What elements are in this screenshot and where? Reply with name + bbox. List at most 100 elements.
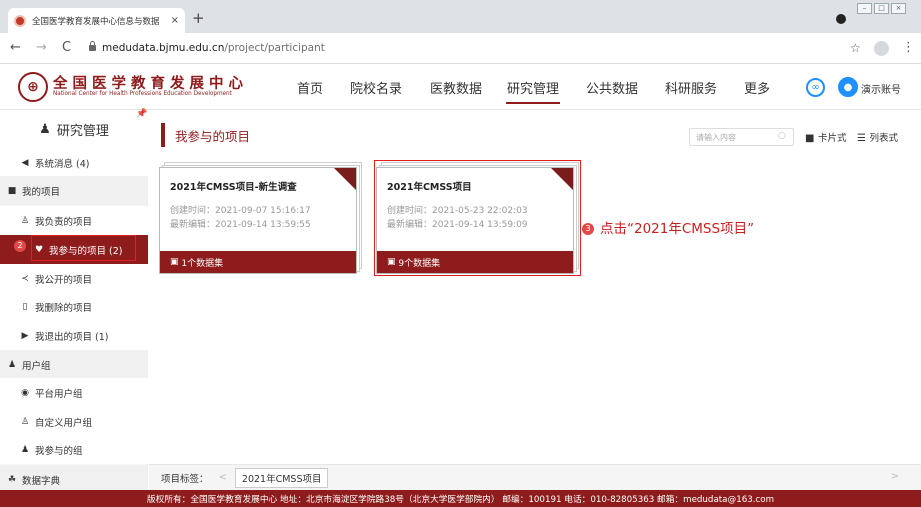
- sidebar-item[interactable]: ◀ 系统消息 (4): [0, 148, 148, 177]
- circle-user-icon: ◉: [21, 387, 29, 398]
- tab-close-icon[interactable]: ×: [171, 15, 179, 26]
- speaker-icon: ◀: [21, 157, 29, 168]
- close-window-button[interactable]: ×: [891, 3, 906, 14]
- maximize-button[interactable]: □: [874, 3, 889, 14]
- user-edit-icon: ♙: [20, 416, 30, 427]
- logo-subtitle: National Center for Health Professions E…: [53, 91, 232, 97]
- lock-icon: [89, 41, 96, 51]
- site-favicon-icon: [14, 14, 26, 27]
- sidebar-item[interactable]: ♟ 我参与的组: [0, 435, 148, 464]
- logo-title[interactable]: 全国医学教育发展中心: [53, 72, 248, 93]
- reload-icon[interactable]: C: [62, 40, 71, 55]
- minimize-button[interactable]: –: [857, 3, 872, 14]
- sidebar-item-label: 用户组: [22, 360, 51, 372]
- sidebar-title: ♟ 研究管理: [0, 110, 148, 148]
- sidebar-item-label: 我的项目: [22, 186, 61, 198]
- nav-medical-data[interactable]: 医教数据: [430, 78, 482, 97]
- browser-profile-icon[interactable]: [836, 14, 846, 24]
- dataset-icon: ▣: [170, 257, 182, 267]
- sidebar-item[interactable]: ♙ 我负责的项目: [0, 206, 148, 235]
- forward-icon[interactable]: →: [36, 40, 47, 55]
- site-header: ⊕ 全国医学教育发展中心 National Center for Health …: [0, 64, 921, 110]
- page-title: 我参与的项目: [175, 128, 251, 144]
- main-header: 我参与的项目: [161, 123, 911, 147]
- nav-institutions[interactable]: 院校名录: [350, 78, 402, 97]
- card-created: 创建时间：2021-09-07 15:16:17: [170, 206, 311, 216]
- sidebar-item-label: 我参与的组: [35, 445, 83, 457]
- url-field[interactable]: medudata.bjmu.edu.cn/project/participant: [102, 42, 325, 54]
- card-title: 2021年CMSS项目-新生调查: [170, 182, 297, 193]
- card-edited: 最新编辑：2021-09-14 13:59:55: [170, 220, 311, 230]
- search-icon[interactable]: ○: [778, 131, 786, 141]
- step-3-instruction: 点击“2021年CMSS项目”: [600, 221, 755, 237]
- share-icon: ≺: [21, 273, 29, 284]
- sidebar-item-label: 系统消息 (4): [35, 158, 90, 170]
- grid-icon: ■: [805, 133, 818, 144]
- user-name[interactable]: 演示账号: [861, 81, 901, 96]
- step-3-badge: 3: [582, 223, 594, 235]
- tag-prev-icon[interactable]: <: [219, 472, 227, 483]
- sidebar-item[interactable]: ♙ 自定义用户组: [0, 407, 148, 436]
- tag-next-icon[interactable]: >: [891, 471, 899, 482]
- nav-research-services[interactable]: 科研服务: [665, 78, 717, 97]
- address-bar-row: ← → C medudata.bjmu.edu.cn/project/parti…: [0, 33, 921, 64]
- nav-public-data[interactable]: 公共数据: [586, 78, 638, 97]
- list-icon: ☰: [857, 133, 870, 144]
- grid-icon: ■: [7, 185, 17, 196]
- card-footer: ▣ 1个数据集: [160, 251, 356, 273]
- sidebar-item[interactable]: ▶ 我退出的项目 (1): [0, 321, 148, 350]
- card-corner-fold: [334, 168, 356, 190]
- person-icon: ♟: [20, 444, 30, 455]
- card-datasets: 1个数据集: [181, 258, 224, 269]
- sidebar-item-label: 数据字典: [22, 475, 61, 487]
- nav-home[interactable]: 首页: [297, 78, 323, 97]
- sidebar-item[interactable]: ♟ 用户组: [0, 350, 148, 379]
- account-avatar-icon[interactable]: [874, 41, 889, 56]
- browser-menu-icon[interactable]: ⋮: [902, 40, 915, 55]
- tag-chip[interactable]: 2021年CMSS项目: [234, 467, 329, 488]
- sidebar-item-label: 我删除的项目: [35, 302, 93, 314]
- logo-seal-icon[interactable]: ⊕: [18, 72, 48, 102]
- sidebar-item-label: 我负责的项目: [35, 216, 93, 228]
- tab-strip: 全国医学教育发展中心信息与数据 × + – □ ×: [0, 0, 921, 33]
- site-footer: 版权所有：全国医学教育发展中心 地址：北京市海淀区学院路38号（北京大学医学部院…: [0, 490, 921, 507]
- tag-bar: 项目标签： < 2021年CMSS项目 >: [149, 464, 921, 490]
- sidebar-item[interactable]: ▯ 我删除的项目: [0, 292, 148, 321]
- org-chart-icon: ♟: [39, 121, 51, 137]
- sidebar-item[interactable]: ◉ 平台用户组: [0, 378, 148, 407]
- trash-icon: ▯: [22, 301, 28, 312]
- list-view-label: 列表式: [869, 133, 898, 144]
- pin-icon[interactable]: 📌: [136, 109, 147, 119]
- sidebar-item[interactable]: ≺ 我公开的项目: [0, 264, 148, 293]
- back-icon[interactable]: ←: [10, 40, 21, 55]
- users-icon: ♟: [7, 359, 17, 370]
- new-tab-button[interactable]: +: [192, 11, 205, 26]
- card-view-button[interactable]: ■ 卡片式: [805, 130, 846, 144]
- sidebar-item-label: 我退出的项目 (1): [35, 331, 109, 343]
- sidebar-item-label: 自定义用户组: [35, 417, 93, 429]
- nav-active-underline: [506, 102, 560, 104]
- dictionary-icon: ☘: [7, 474, 17, 485]
- url-path: /project/participant: [224, 42, 325, 54]
- exit-icon: ▶: [21, 330, 29, 341]
- tag-label: 项目标签：: [161, 473, 209, 485]
- sidebar: ♟ 研究管理 📌 ◀ 系统消息 (4) ■ 我的项目 ♙ 我负责的项目 ♥ 我参与的项目 (2…: [0, 109, 148, 494]
- sidebar-title-label: 研究管理: [56, 123, 109, 139]
- list-view-button[interactable]: ☰ 列表式: [857, 130, 898, 144]
- card-front: 2021年CMSS项目-新生调查 创建时间：2021-09-07 15:16:1…: [159, 167, 357, 274]
- link-icon[interactable]: ∞: [806, 78, 825, 97]
- user-avatar-icon[interactable]: ●: [838, 77, 858, 97]
- browser-tab[interactable]: 全国医学教育发展中心信息与数据 ×: [8, 8, 185, 33]
- project-card[interactable]: 2021年CMSS项目-新生调查 创建时间：2021-09-07 15:16:1…: [159, 162, 362, 274]
- main-content: 我参与的项目 请输入内容 ○ ■ 卡片式 ☰ 列表式 2021年CMSS项目-新…: [149, 110, 921, 490]
- url-host: medudata.bjmu.edu.cn: [102, 42, 225, 54]
- window-controls: – □ ×: [857, 3, 906, 14]
- browser-window: 全国医学教育发展中心信息与数据 × + – □ × ← → C medudata…: [0, 0, 921, 507]
- nav-research-management[interactable]: 研究管理: [507, 78, 559, 97]
- nav-more[interactable]: 更多: [744, 78, 770, 97]
- sidebar-item-label: 我公开的项目: [35, 274, 93, 286]
- step-2-highlight: [31, 235, 136, 261]
- sidebar-item[interactable]: ■ 我的项目: [0, 176, 148, 205]
- bookmark-star-icon[interactable]: ☆: [850, 41, 861, 55]
- step-2-badge: 2: [14, 240, 26, 252]
